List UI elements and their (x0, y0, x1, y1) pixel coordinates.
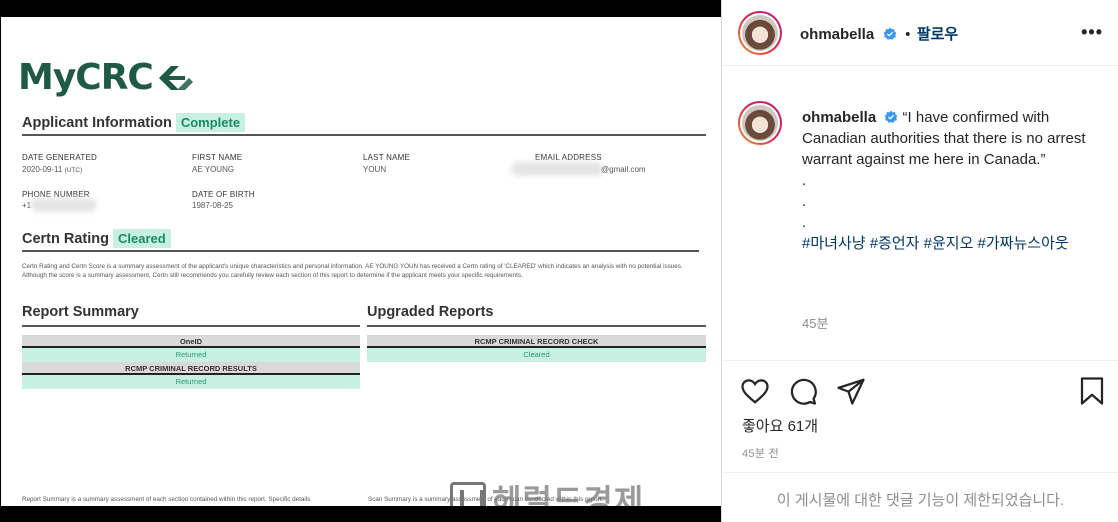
more-options-icon[interactable]: ••• (1081, 22, 1103, 43)
post-caption: ohmabella “I have confirmed with Canadia… (802, 107, 1102, 254)
caption-avatar[interactable] (738, 101, 782, 145)
follow-separator: • (905, 26, 911, 43)
share-send-icon[interactable] (836, 376, 866, 406)
comment-icon[interactable] (788, 376, 818, 406)
email-redaction (511, 162, 603, 176)
phone-value: +1 (22, 201, 32, 210)
first-name-label: FIRST NAME (192, 153, 243, 162)
save-bookmark-icon[interactable] (1077, 376, 1107, 406)
dob-value: 1987-08-25 (192, 201, 233, 210)
date-generated-suffix: (UTC) (64, 167, 83, 174)
applicant-title-text: Applicant Information (22, 115, 172, 131)
upgraded-reports-title: Upgraded Reports (367, 304, 494, 320)
report-row-status: Returned (22, 375, 360, 389)
upgraded-reports-table: RCMP CRIMINAL RECORD CHECK Cleared (367, 335, 706, 362)
report-summary-footnote: Report Summary is a summary assessment o… (22, 496, 311, 503)
post-sidebar: ohmabella • 팔로우 ••• ohmabella “I have co… (721, 0, 1118, 522)
likes-count[interactable]: 좋아요 61개 (742, 415, 818, 436)
rating-title-text: Certn Rating (22, 231, 109, 247)
email-value: @gmail.com (601, 165, 646, 174)
date-generated-label: DATE GENERATED (22, 153, 97, 162)
follow-button[interactable]: 팔로우 (917, 26, 958, 43)
caption-timestamp: 45분 (802, 316, 829, 331)
watermark-text: 헤럴드경제 (492, 482, 645, 506)
rating-section-title: Certn Rating Cleared (22, 229, 171, 248)
divider (22, 325, 360, 327)
rating-description: Certn Rating and Certn Score is a summar… (22, 263, 683, 279)
report-summary-title: Report Summary (22, 304, 139, 320)
avatar-image (742, 15, 778, 51)
first-name-value: AE YOUNG (192, 165, 235, 174)
applicant-section-title: Applicant Information Complete (22, 113, 246, 132)
last-name-label: LAST NAME (363, 153, 410, 162)
report-row-status: Cleared (367, 348, 706, 362)
caption-hashtags[interactable]: #마녀사냥 #증언자 #윤지오 #가짜뉴스아웃 (802, 233, 1102, 254)
email-label: EMAIL ADDRESS (535, 153, 602, 162)
news-watermark: 헤럴드경제 (450, 476, 644, 506)
date-generated-text: 2020-09-11 (22, 165, 63, 174)
post-header: ohmabella • 팔로우 ••• (722, 0, 1118, 66)
verified-badge-icon (883, 27, 897, 40)
avatar-ring (740, 103, 780, 143)
report-summary-table: OneID Returned RCMP CRIMINAL RECORD RESU… (22, 335, 360, 389)
divider (22, 134, 706, 136)
divider (367, 325, 706, 327)
logo-mark-icon (158, 65, 193, 90)
crc-document: MyCRC Applicant Information Complete DATE… (1, 17, 721, 506)
avatar-ring (740, 13, 780, 53)
post-media: MyCRC Applicant Information Complete DATE… (0, 0, 721, 522)
post-actions: 좋아요 61개 45분 전 (722, 360, 1118, 490)
last-name-value: YOUN (363, 165, 387, 174)
avatar-image (742, 105, 778, 141)
caption-dot: . (802, 193, 807, 210)
posted-timestamp: 45분 전 (742, 448, 780, 460)
dob-label: DATE OF BIRTH (192, 190, 255, 199)
avatar[interactable] (738, 11, 782, 55)
report-row-label: OneID (22, 335, 360, 348)
report-row-label: RCMP CRIMINAL RECORD CHECK (367, 335, 706, 348)
header-user-line: ohmabella • 팔로우 (800, 23, 958, 44)
phone-redaction (31, 198, 97, 212)
mycrc-logo: MyCRC (18, 57, 193, 98)
caption-dot: . (802, 214, 807, 231)
logo-wordmark: MyCRC (18, 57, 154, 98)
caption-dot: . (802, 172, 807, 189)
report-row-status: Returned (22, 348, 360, 362)
divider (22, 250, 699, 252)
caption-username-link[interactable]: ohmabella (802, 109, 876, 126)
watermark-logo-icon (450, 482, 486, 506)
report-row-label: RCMP CRIMINAL RECORD RESULTS (22, 362, 360, 375)
verified-badge-icon (884, 110, 898, 123)
date-generated-value: 2020-09-11 (UTC) (22, 165, 82, 174)
username-link[interactable]: ohmabella (800, 26, 874, 43)
applicant-status-badge: Complete (175, 113, 246, 132)
rating-status-badge: Cleared (113, 229, 171, 248)
comments-disabled-notice: 이 게시물에 대한 댓글 기능이 제한되었습니다. (722, 472, 1118, 522)
like-heart-icon[interactable] (740, 376, 770, 406)
